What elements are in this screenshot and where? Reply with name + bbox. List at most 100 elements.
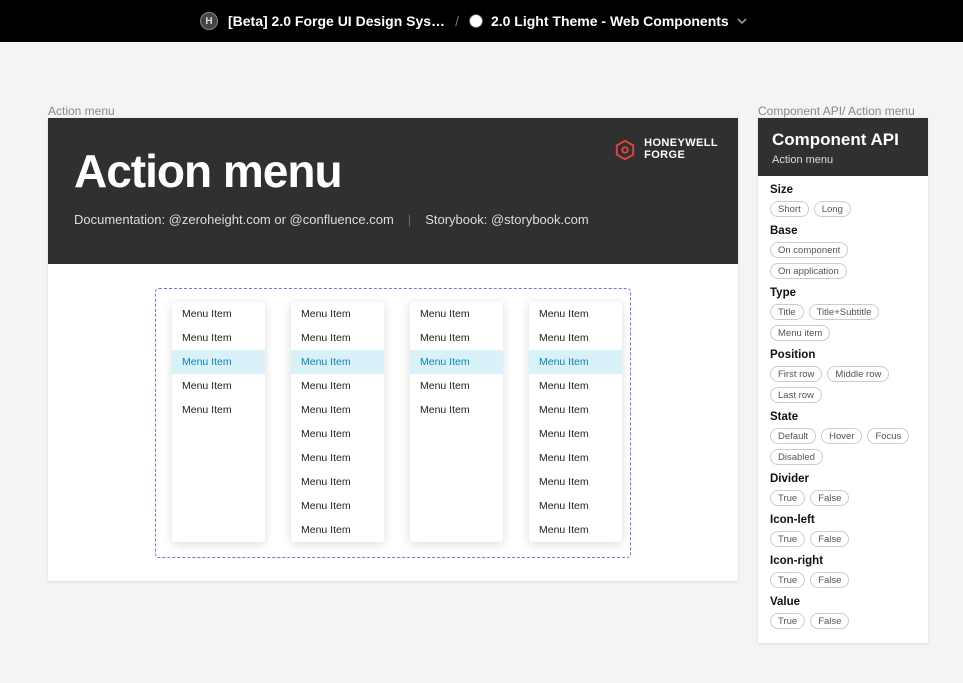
chip[interactable]: Disabled xyxy=(770,449,823,465)
menu-item[interactable]: Menu Item xyxy=(172,302,265,326)
chip[interactable]: False xyxy=(810,572,849,588)
menu-item[interactable]: Menu Item xyxy=(291,398,384,422)
chip[interactable]: False xyxy=(810,613,849,629)
canvas[interactable]: Action menu Component API/ Action menu A… xyxy=(0,42,963,683)
menu-item[interactable]: Menu Item xyxy=(410,350,503,374)
menu-item[interactable]: Menu Item xyxy=(529,398,622,422)
chip[interactable]: Title xyxy=(770,304,804,320)
prop-icon-left: Icon-left True False xyxy=(758,506,928,547)
top-bar: H [Beta] 2.0 Forge UI Design Sys… / 2.0 … xyxy=(0,0,963,42)
chip[interactable]: Title+Subtitle xyxy=(809,304,880,320)
chip[interactable]: Hover xyxy=(821,428,862,444)
frame-label-main[interactable]: Action menu xyxy=(48,104,115,118)
divider-pipe: | xyxy=(408,212,411,227)
frame-label-side[interactable]: Component API/ Action menu xyxy=(758,104,915,118)
menu-item[interactable]: Menu Item xyxy=(529,494,622,518)
menu-item[interactable]: Menu Item xyxy=(529,518,622,542)
menu-item[interactable]: Menu Item xyxy=(410,302,503,326)
brand-line1: HONEYWELL xyxy=(644,138,718,150)
menu-item[interactable]: Menu Item xyxy=(529,374,622,398)
prop-label: Base xyxy=(770,225,916,237)
avatar[interactable]: H xyxy=(200,12,218,30)
menu-item[interactable]: Menu Item xyxy=(291,326,384,350)
theme-dot-icon xyxy=(469,14,483,28)
chip[interactable]: Menu item xyxy=(770,325,830,341)
prop-label: Position xyxy=(770,349,916,361)
menu-item[interactable]: Menu Item xyxy=(291,494,384,518)
doc-link-confluence[interactable]: @confluence.com xyxy=(290,212,394,227)
action-menu-0[interactable]: Menu ItemMenu ItemMenu ItemMenu ItemMenu… xyxy=(172,302,265,542)
prop-label: State xyxy=(770,411,916,423)
breadcrumb-separator: / xyxy=(455,13,459,29)
chip[interactable]: Default xyxy=(770,428,816,444)
chip[interactable]: True xyxy=(770,531,805,547)
menu-item[interactable]: Menu Item xyxy=(529,302,622,326)
chip[interactable]: On application xyxy=(770,263,847,279)
prop-options: Title Title+Subtitle Menu item xyxy=(770,304,916,341)
menu-item[interactable]: Menu Item xyxy=(291,446,384,470)
menu-item[interactable]: Menu Item xyxy=(172,398,265,422)
menu-item[interactable]: Menu Item xyxy=(291,302,384,326)
prop-label: Icon-left xyxy=(770,514,916,526)
menu-item[interactable]: Menu Item xyxy=(410,398,503,422)
component-api-frame[interactable]: Component API Action menu SizeShortLongB… xyxy=(758,118,928,643)
chip[interactable]: On component xyxy=(770,242,848,258)
menu-item[interactable]: Menu Item xyxy=(291,374,384,398)
menu-item[interactable]: Menu Item xyxy=(410,374,503,398)
prop-icon-right: Icon-right True False xyxy=(758,547,928,588)
chip[interactable]: Middle row xyxy=(827,366,889,382)
menu-item[interactable]: Menu Item xyxy=(529,446,622,470)
menu-item[interactable]: Menu Item xyxy=(529,350,622,374)
menu-item[interactable]: Menu Item xyxy=(291,470,384,494)
prop-label: Value xyxy=(770,596,916,608)
chip[interactable]: Focus xyxy=(867,428,909,444)
component-api-subtitle: Action menu xyxy=(772,154,914,166)
chip[interactable]: First row xyxy=(770,366,822,382)
demo-area: Menu ItemMenu ItemMenu ItemMenu ItemMenu… xyxy=(48,264,738,581)
brand-text: HONEYWELL FORGE xyxy=(644,138,718,161)
chip[interactable]: Short xyxy=(770,201,809,217)
hero: Action menu Documentation: @zeroheight.c… xyxy=(48,118,738,264)
story-prefix: Storybook: xyxy=(425,212,491,227)
doc-link-zeroheight[interactable]: @zeroheight.com xyxy=(169,212,271,227)
menus-row: Menu ItemMenu ItemMenu ItemMenu ItemMenu… xyxy=(172,302,622,542)
prop-label: Icon-right xyxy=(770,555,916,567)
component-api-header: Component API Action menu xyxy=(758,118,928,176)
chip[interactable]: False xyxy=(810,490,849,506)
menu-item[interactable]: Menu Item xyxy=(410,326,503,350)
storybook-label: Storybook: @storybook.com xyxy=(425,212,589,227)
main-frame[interactable]: Action menu Documentation: @zeroheight.c… xyxy=(48,118,738,581)
component-api-title: Component API xyxy=(772,130,914,150)
action-menu-1[interactable]: Menu ItemMenu ItemMenu ItemMenu ItemMenu… xyxy=(291,302,384,542)
chip[interactable]: Long xyxy=(814,201,851,217)
story-link[interactable]: @storybook.com xyxy=(491,212,589,227)
menu-item[interactable]: Menu Item xyxy=(291,422,384,446)
chip[interactable]: True xyxy=(770,613,805,629)
menu-item[interactable]: Menu Item xyxy=(172,374,265,398)
menu-item[interactable]: Menu Item xyxy=(172,326,265,350)
breadcrumb-project[interactable]: [Beta] 2.0 Forge UI Design Sys… xyxy=(228,13,445,29)
prop-options: True False xyxy=(770,531,916,547)
prop-label: Divider xyxy=(770,473,916,485)
action-menu-2[interactable]: Menu ItemMenu ItemMenu ItemMenu ItemMenu… xyxy=(410,302,503,542)
prop-options: First row Middle row Last row xyxy=(770,366,916,403)
chip[interactable]: True xyxy=(770,490,805,506)
prop-options: True False xyxy=(770,613,916,629)
brand: HONEYWELL FORGE xyxy=(614,138,718,161)
chip[interactable]: Last row xyxy=(770,387,822,403)
action-menu-3[interactable]: Menu ItemMenu ItemMenu ItemMenu ItemMenu… xyxy=(529,302,622,542)
chip[interactable]: True xyxy=(770,572,805,588)
menu-item[interactable]: Menu Item xyxy=(529,422,622,446)
menu-item[interactable]: Menu Item xyxy=(291,350,384,374)
prop-options: Default Hover Focus Disabled xyxy=(770,428,916,465)
menu-item[interactable]: Menu Item xyxy=(172,350,265,374)
prop-state: State Default Hover Focus Disabled xyxy=(758,403,928,465)
breadcrumb-page[interactable]: 2.0 Light Theme - Web Components xyxy=(491,13,729,29)
chevron-down-icon[interactable] xyxy=(737,13,747,29)
menu-item[interactable]: Menu Item xyxy=(291,518,384,542)
prop-divider: Divider True False xyxy=(758,465,928,506)
menu-item[interactable]: Menu Item xyxy=(529,326,622,350)
chip[interactable]: False xyxy=(810,531,849,547)
doc-or: or xyxy=(271,212,290,227)
menu-item[interactable]: Menu Item xyxy=(529,470,622,494)
